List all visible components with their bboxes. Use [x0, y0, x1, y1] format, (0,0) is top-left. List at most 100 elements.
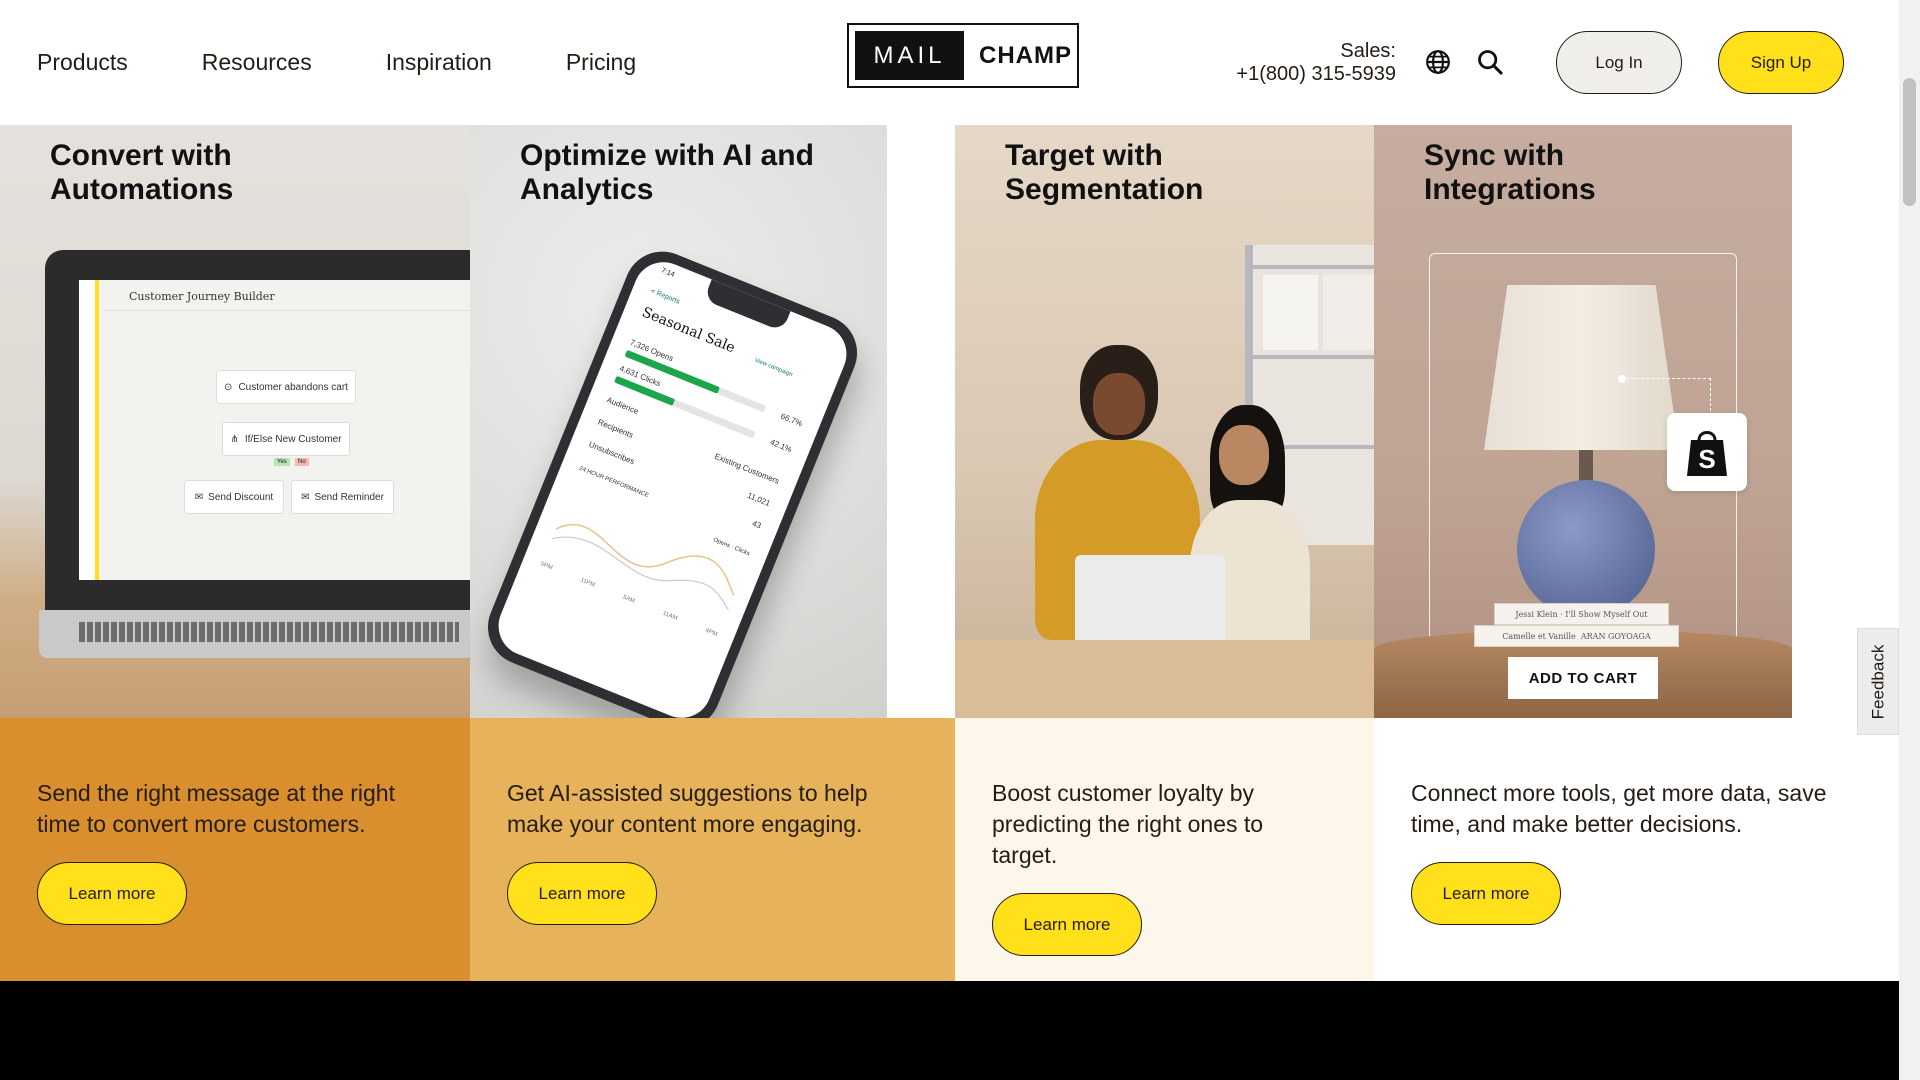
title-line: Optimize with AI and: [520, 139, 814, 172]
lamp-base: [1517, 480, 1655, 618]
logo-champ: CHAMP: [979, 41, 1072, 69]
book-author: ARAN GOYOAGA: [1580, 631, 1651, 641]
title-line: Segmentation: [1005, 173, 1204, 206]
viewport: Products Resources Inspiration Pricing M…: [0, 0, 1899, 1080]
card-description: Get AI-assisted suggestions to help make…: [507, 780, 868, 837]
card-segmentation-title: Target with Segmentation: [1005, 139, 1203, 207]
no-badge: No: [295, 458, 309, 466]
nav-inspiration[interactable]: Inspiration: [386, 49, 492, 76]
phone-view-link: View campaign: [753, 357, 794, 379]
nav-resources[interactable]: Resources: [202, 49, 312, 76]
flow-step-label: Customer abandons cart: [238, 381, 348, 393]
mail-icon: ✉: [194, 491, 204, 503]
flow-step-reminder: ✉ Send Reminder: [291, 480, 394, 514]
laptop-illustration: Customer Journey Builder ⊙ Customer aband…: [39, 250, 470, 670]
learn-more-button[interactable]: Learn more: [507, 862, 657, 925]
book: Camelle et Vanille ARAN GOYOAGA: [1474, 625, 1679, 647]
logo-mail: MAIL: [855, 31, 964, 80]
time-label: 5AM: [621, 594, 636, 605]
shelf-plank: [1253, 355, 1374, 359]
card-automations-body: Send the right message at the right time…: [0, 718, 470, 981]
time-label: 4PM: [704, 627, 718, 638]
card-automations-title: Convert with Automations: [50, 139, 233, 207]
page: Products Resources Inspiration Pricing M…: [0, 0, 1920, 1080]
book: Jessi Klein · I'll Show Myself Out: [1494, 603, 1669, 625]
laptop-illustration: [1075, 555, 1225, 650]
storage-box: [1263, 275, 1318, 350]
hotspot-connector: [1626, 378, 1711, 416]
learn-more-button[interactable]: Learn more: [992, 893, 1142, 956]
card-description: Send the right message at the right time…: [37, 780, 395, 837]
yes-badge: Yes: [274, 458, 290, 466]
legend-opens: Opens: [712, 537, 731, 550]
legend-clicks: Clicks: [733, 545, 751, 558]
card-description: Connect more tools, get more data, save …: [1411, 780, 1827, 837]
shopify-icon: S: [1667, 413, 1747, 491]
title-line: Target with: [1005, 139, 1163, 172]
hotspot-dot: [1618, 375, 1626, 383]
main-nav: Products Resources Inspiration Pricing: [37, 0, 710, 125]
lamp-shade: [1484, 285, 1679, 450]
nav-pricing[interactable]: Pricing: [566, 49, 636, 76]
flow-step-discount: ✉ Send Discount: [184, 480, 284, 514]
svg-text:S: S: [1698, 444, 1715, 474]
time-label: 11AM: [661, 610, 679, 622]
title-line: Convert with: [50, 139, 232, 172]
card-segmentation-image: Target with Segmentation: [955, 125, 1374, 718]
flow-step-label: Send Discount: [208, 491, 274, 503]
flow-step-label: If/Else New Customer: [244, 433, 342, 445]
footer-band: [0, 981, 1899, 1080]
phone-time: 7:14: [660, 267, 676, 279]
card-analytics-title: Optimize with AI and Analytics: [520, 139, 814, 207]
sales-phone[interactable]: +1(800) 315-5939: [1220, 63, 1396, 86]
desk-illustration: [955, 640, 1374, 718]
card-analytics-image: Optimize with AI and Analytics 7:14 < Re…: [470, 125, 887, 718]
title-line: Sync with: [1424, 139, 1565, 172]
login-button[interactable]: Log In: [1556, 31, 1682, 94]
search-icon[interactable]: [1474, 46, 1506, 78]
feedback-label: Feedback: [1868, 644, 1888, 719]
laptop-keyboard: [79, 622, 459, 642]
time-label: 11PM: [579, 577, 596, 589]
flow-step-abandon: ⊙ Customer abandons cart: [216, 370, 356, 404]
signup-button[interactable]: Sign Up: [1718, 31, 1844, 94]
split-icon: ⋔: [230, 433, 239, 445]
title-line: Analytics: [520, 173, 654, 206]
add-to-cart-button[interactable]: ADD TO CART: [1508, 657, 1658, 699]
card-gap: [887, 125, 955, 718]
time-label: 5PM: [539, 561, 554, 572]
card-automations-image: Convert with Automations Customer Journe…: [0, 125, 470, 718]
laptop-base: [39, 610, 470, 658]
site-header: Products Resources Inspiration Pricing M…: [0, 0, 1899, 125]
mail-icon: ✉: [301, 491, 310, 503]
laptop-frame: Customer Journey Builder ⊙ Customer aband…: [45, 250, 470, 610]
globe-icon[interactable]: [1422, 46, 1454, 78]
screen-sidebar: [79, 280, 99, 580]
sales-contact: Sales: +1(800) 315-5939: [1220, 40, 1396, 86]
nav-products[interactable]: Products: [37, 49, 128, 76]
site-logo[interactable]: MAIL CHAMP: [847, 23, 1079, 88]
screen-title: Customer Journey Builder: [129, 290, 275, 303]
feedback-tab[interactable]: Feedback: [1857, 628, 1899, 735]
laptop-screen: Customer Journey Builder ⊙ Customer aband…: [79, 280, 470, 580]
learn-more-button[interactable]: Learn more: [1411, 862, 1561, 925]
screen-divider: [103, 310, 470, 311]
card-integrations-title: Sync with Integrations: [1424, 139, 1596, 207]
learn-more-button[interactable]: Learn more: [37, 862, 187, 925]
flow-step-ifelse: ⋔ If/Else New Customer: [222, 422, 350, 456]
play-icon: ⊙: [224, 381, 233, 393]
storage-box: [1323, 275, 1374, 350]
title-line: Integrations: [1424, 173, 1596, 206]
card-description: Boost customer loyalty by predicting the…: [992, 780, 1264, 868]
sales-label: Sales:: [1340, 40, 1396, 62]
person-face: [1093, 373, 1145, 435]
phone-back-link: < Reports: [649, 287, 681, 306]
scrollbar-thumb[interactable]: [1903, 78, 1916, 206]
card-analytics-body: Get AI-assisted suggestions to help make…: [470, 718, 955, 981]
card-segmentation-body: Boost customer loyalty by predicting the…: [955, 718, 1374, 981]
flow-step-label: Send Reminder: [314, 491, 384, 503]
card-integrations-image: Sync with Integrations S Jessi Klein · I…: [1374, 125, 1792, 718]
title-line: Automations: [50, 173, 234, 206]
card-integrations-body: Connect more tools, get more data, save …: [1374, 718, 1899, 981]
person-face: [1219, 425, 1269, 485]
